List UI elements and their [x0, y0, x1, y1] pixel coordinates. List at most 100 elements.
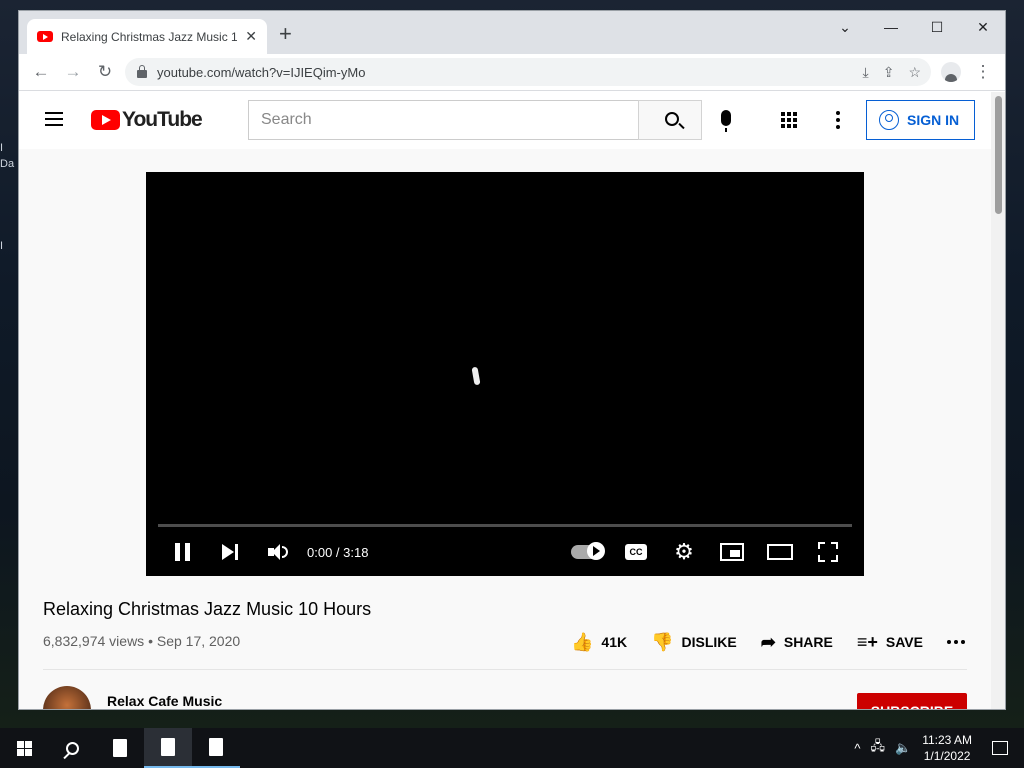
save-button[interactable]: ≡+ SAVE — [857, 632, 923, 653]
search-box: Search — [248, 100, 702, 140]
profile-avatar-icon[interactable] — [941, 62, 961, 82]
more-actions-icon[interactable] — [946, 640, 965, 644]
thumbs-down-icon: 👎 — [651, 631, 674, 652]
youtube-play-logo-icon — [91, 110, 120, 130]
taskbar-search-button[interactable] — [48, 728, 96, 768]
document-icon — [209, 738, 223, 756]
tab-search-dropdown-icon[interactable]: ⌄ — [822, 11, 868, 43]
volume-muted-icon[interactable]: 🔈 — [895, 740, 911, 756]
account-icon — [879, 110, 899, 130]
time-display: 0:00 / 3:18 — [307, 544, 369, 560]
captions-button[interactable]: CC — [624, 536, 648, 568]
search-button[interactable] — [638, 100, 702, 140]
document-icon — [161, 738, 175, 756]
next-button[interactable] — [220, 536, 240, 568]
settings-more-icon[interactable] — [836, 111, 840, 129]
player-controls: 0:00 / 3:18 CC ⚙ — [146, 536, 864, 568]
document-icon — [113, 739, 127, 757]
close-window-button[interactable]: ✕ — [960, 11, 1005, 43]
youtube-logo-text: YouTube — [122, 108, 203, 131]
forward-button[interactable]: → — [57, 56, 89, 88]
new-tab-button[interactable]: + — [279, 23, 292, 45]
theater-icon — [767, 544, 793, 560]
clock[interactable]: 11:23 AM 1/1/2022 — [922, 732, 972, 764]
install-app-icon[interactable]: ⤓ — [863, 64, 869, 81]
url-text[interactable]: youtube.com/watch?v=IJIEQim-yMo — [157, 65, 365, 80]
like-button[interactable]: 👍 41K — [571, 632, 627, 653]
search-icon — [664, 111, 679, 126]
apps-grid-icon[interactable] — [781, 112, 797, 128]
save-label: SAVE — [885, 634, 923, 650]
video-actions: 👍 41K 👎 DISLIKE ➦ SHARE ≡+ SAVE — [571, 624, 989, 660]
browser-tab[interactable]: Relaxing Christmas Jazz Music 10 ✕ — [27, 19, 267, 54]
youtube-page: YouTube Search SIGN IN 0:00 / 3:18 CC ⚙ … — [19, 92, 993, 709]
notification-center-icon[interactable] — [992, 741, 1008, 755]
progress-bar[interactable] — [158, 524, 852, 527]
desktop-icon-label: I — [0, 240, 4, 252]
fullscreen-button[interactable] — [816, 536, 840, 568]
theater-mode-button[interactable] — [766, 536, 794, 568]
back-button[interactable]: ← — [25, 56, 57, 88]
browser-menu-icon[interactable]: ⋮ — [967, 56, 999, 88]
youtube-logo[interactable]: YouTube — [91, 108, 203, 132]
loading-spinner-icon — [471, 366, 481, 386]
share-arrow-icon: ➦ — [760, 631, 776, 652]
network-icon[interactable]: 🖧 — [871, 737, 886, 759]
video-views-date: 6,832,974 views • Sep 17, 2020 — [43, 633, 241, 649]
fullscreen-icon — [818, 542, 838, 562]
share-icon[interactable]: ⇪ — [883, 64, 895, 81]
settings-gear-icon[interactable]: ⚙ — [672, 536, 696, 568]
search-icon — [65, 741, 79, 755]
closed-captions-icon: CC — [625, 544, 647, 560]
divider — [43, 669, 967, 670]
taskbar-app-active[interactable] — [144, 728, 192, 768]
subscribe-button[interactable]: SUBSCRIBE — [857, 693, 967, 709]
share-label: SHARE — [783, 634, 833, 650]
taskbar-app[interactable] — [192, 728, 240, 768]
desktop-icon-label: Da — [0, 158, 15, 170]
autoplay-toggle[interactable] — [570, 536, 605, 568]
browser-window: Relaxing Christmas Jazz Music 10 ✕ + ⌄ —… — [18, 10, 1006, 710]
playlist-add-icon: ≡+ — [856, 631, 878, 652]
sign-in-button[interactable]: SIGN IN — [866, 100, 975, 140]
miniplayer-button[interactable] — [719, 536, 745, 568]
channel-avatar[interactable] — [43, 686, 91, 709]
share-button[interactable]: ➦ SHARE — [761, 632, 833, 653]
tab-strip: Relaxing Christmas Jazz Music 10 ✕ + ⌄ —… — [19, 11, 1005, 54]
reload-button[interactable]: ↻ — [89, 56, 121, 88]
hamburger-menu-icon[interactable] — [45, 112, 63, 126]
maximize-button[interactable]: ☐ — [914, 11, 960, 43]
taskbar-app[interactable] — [96, 728, 144, 768]
video-player[interactable]: 0:00 / 3:18 CC ⚙ — [146, 172, 864, 576]
video-title: Relaxing Christmas Jazz Music 10 Hours — [43, 599, 372, 619]
scrollbar-thumb[interactable] — [995, 96, 1002, 214]
clock-time: 11:23 AM — [922, 733, 972, 747]
minimize-button[interactable]: — — [868, 11, 914, 43]
chevron-up-icon[interactable]: ^ — [854, 741, 860, 756]
volume-icon[interactable] — [266, 536, 290, 568]
dislike-button[interactable]: 👎 DISLIKE — [651, 632, 737, 653]
omnibox-actions: ⤓ ⇪ ☆ — [863, 64, 922, 81]
sign-in-label: SIGN IN — [907, 112, 960, 128]
microphone-icon[interactable] — [721, 110, 731, 132]
like-count: 41K — [601, 634, 628, 650]
search-input[interactable]: Search — [248, 100, 638, 140]
pause-button[interactable] — [173, 536, 191, 568]
channel-name[interactable]: Relax Cafe Music — [107, 693, 222, 709]
bookmark-star-icon[interactable]: ☆ — [908, 64, 921, 81]
youtube-header: YouTube Search SIGN IN — [19, 92, 993, 149]
dislike-label: DISLIKE — [681, 634, 737, 650]
tab-title: Relaxing Christmas Jazz Music 10 — [61, 29, 237, 44]
windows-logo-icon — [16, 740, 32, 756]
page-scrollbar[interactable] — [991, 92, 1005, 709]
lock-icon[interactable] — [137, 64, 147, 78]
browser-toolbar: ← → ↻ youtube.com/watch?v=IJIEQim-yMo ⤓ … — [19, 54, 1005, 91]
youtube-favicon-icon — [37, 31, 53, 42]
tab-close-icon[interactable]: ✕ — [245, 28, 257, 45]
start-button[interactable] — [0, 728, 48, 768]
miniplayer-icon — [720, 543, 744, 561]
address-bar[interactable]: youtube.com/watch?v=IJIEQim-yMo ⤓ ⇪ ☆ — [125, 58, 931, 86]
desktop-icon-label: I — [0, 142, 4, 154]
system-tray: ^ 🖧 🔈 11:23 AM 1/1/2022 — [849, 728, 1024, 768]
taskbar: ^ 🖧 🔈 11:23 AM 1/1/2022 — [0, 728, 1024, 768]
